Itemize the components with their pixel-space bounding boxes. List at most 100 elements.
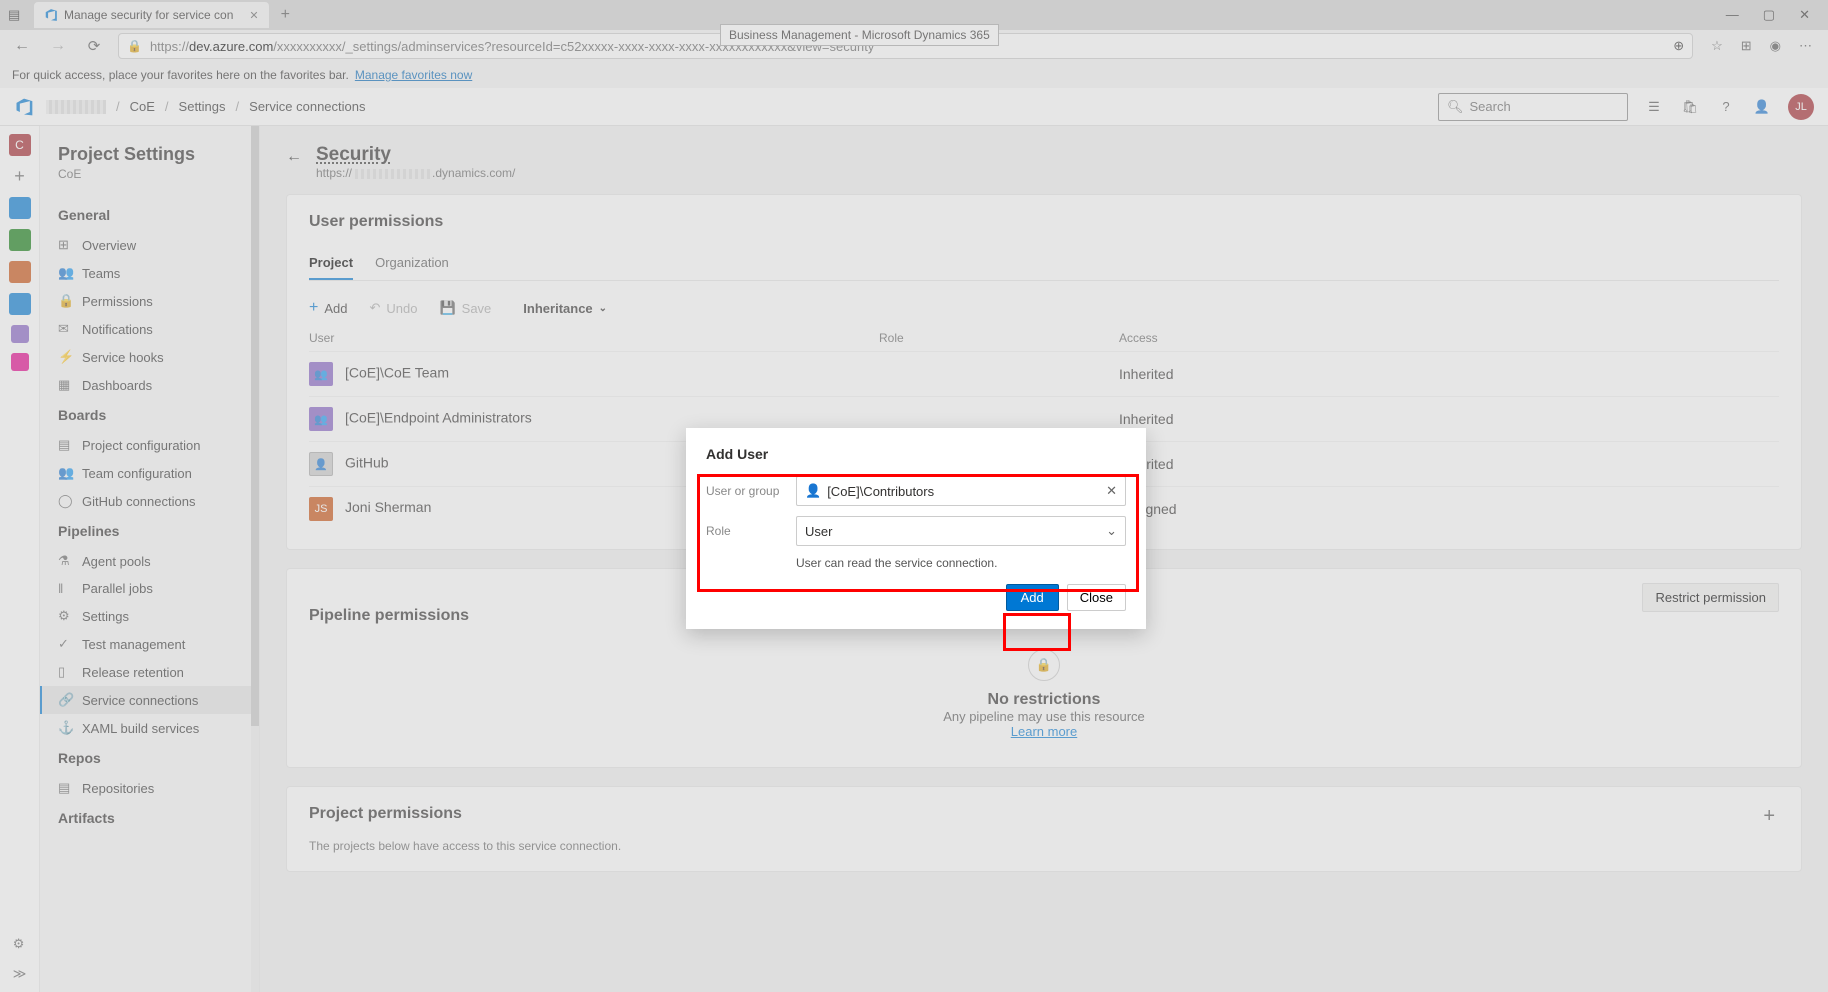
reading-mode-icon[interactable]: ⊕	[1673, 38, 1684, 54]
sidebar-item-overview[interactable]: ⊞Overview	[40, 231, 259, 259]
rail-project-c[interactable]: C	[9, 134, 31, 156]
sidebar-title: Project Settings	[40, 144, 259, 165]
no-restrictions-title: No restrictions	[309, 691, 1779, 709]
group-icon: 👥	[309, 407, 333, 431]
role-label: Role	[706, 524, 796, 538]
sidebar-item-team-config[interactable]: 👥Team configuration	[40, 459, 259, 487]
lock-icon: 🔒	[1028, 649, 1060, 681]
sidebar-item-service-hooks[interactable]: ⚡Service hooks	[40, 343, 259, 371]
retention-icon: ▯	[58, 664, 72, 680]
tab-organization[interactable]: Organization	[375, 247, 449, 280]
undo-icon: ↶	[369, 300, 380, 316]
window-controls: — ▢ ✕	[1726, 7, 1820, 23]
manage-favorites-link[interactable]: Manage favorites now	[355, 68, 472, 82]
breadcrumb: / CoE / Settings / Service connections	[46, 99, 366, 114]
rail-item[interactable]	[9, 261, 31, 283]
sidebar-item-teams[interactable]: 👥Teams	[40, 259, 259, 287]
window-maximize-icon[interactable]: ▢	[1763, 7, 1775, 23]
table-row[interactable]: 👥[CoE]\CoE Team Inherited	[309, 351, 1779, 396]
sidebar-item-project-config[interactable]: ▤Project configuration	[40, 431, 259, 459]
sidebar-item-repositories[interactable]: ▤Repositories	[40, 774, 259, 802]
user-settings-icon[interactable]: 👤	[1752, 99, 1772, 115]
rail-item[interactable]	[9, 293, 31, 315]
no-restrictions-sub: Any pipeline may use this resource	[309, 709, 1779, 724]
search-placeholder: Search	[1470, 99, 1511, 114]
sidebar-item-dashboards[interactable]: ▦Dashboards	[40, 371, 259, 399]
left-rail: C + ⚙ ≫	[0, 126, 40, 992]
user-or-group-input[interactable]: 👤 [CoE]\Contributors ✕	[796, 476, 1126, 506]
rail-item[interactable]	[11, 325, 29, 343]
breadcrumb-org[interactable]	[46, 100, 106, 114]
sidebar-item-permissions[interactable]: 🔒Permissions	[40, 287, 259, 315]
sidebar-item-settings[interactable]: ⚙Settings	[40, 602, 259, 630]
favorite-star-icon[interactable]: ☆	[1711, 38, 1723, 54]
sidebar-item-github[interactable]: ◯GitHub connections	[40, 487, 259, 515]
window-minimize-icon[interactable]: —	[1726, 7, 1739, 23]
profile-icon[interactable]: ◉	[1770, 38, 1781, 54]
avatar[interactable]: JL	[1788, 94, 1814, 120]
sidebar-item-service-connections[interactable]: 🔗Service connections	[40, 686, 259, 714]
table-header: User Role Access	[309, 325, 1779, 351]
role-value: User	[805, 524, 832, 539]
page-back-icon[interactable]: ←	[286, 144, 302, 180]
nav-back-icon[interactable]: ←	[10, 37, 34, 55]
breadcrumb-item[interactable]: CoE	[130, 99, 155, 114]
tab-project[interactable]: Project	[309, 247, 353, 280]
role-description: User can read the service connection.	[796, 556, 1126, 570]
favorites-hint-text: For quick access, place your favorites h…	[12, 68, 349, 82]
breadcrumb-item[interactable]: Service connections	[249, 99, 365, 114]
user-icon: 👤	[309, 452, 333, 476]
add-user-modal: Add User User or group 👤 [CoE]\Contribut…	[686, 428, 1146, 629]
sidebar-item-test-mgmt[interactable]: ✓Test management	[40, 630, 259, 658]
add-button[interactable]: +Add	[309, 299, 347, 317]
app-menu-icon[interactable]: ▤	[8, 7, 30, 23]
rail-item[interactable]	[9, 229, 31, 251]
sidebar-item-xaml[interactable]: ⚓XAML build services	[40, 714, 259, 742]
side-group-pipelines: Pipelines	[40, 515, 259, 547]
sidebar-item-agent-pools[interactable]: ⚗Agent pools	[40, 547, 259, 575]
help-icon[interactable]: ?	[1716, 99, 1736, 114]
browser-tab-active[interactable]: Manage security for service con ✕	[34, 2, 269, 28]
new-tab-button[interactable]: +	[273, 6, 298, 24]
role-select[interactable]: User ⌄	[796, 516, 1126, 546]
breadcrumb-item[interactable]: Settings	[179, 99, 226, 114]
connection-icon: 🔗	[58, 692, 72, 708]
rail-settings-icon[interactable]: ⚙	[13, 936, 27, 952]
pool-icon: ⚗	[58, 553, 72, 569]
modal-close-button[interactable]: Close	[1067, 584, 1126, 611]
window-close-icon[interactable]: ✕	[1799, 7, 1810, 23]
tab-close-icon[interactable]: ✕	[249, 9, 258, 22]
tab-title: Manage security for service con	[64, 8, 233, 22]
team-config-icon: 👥	[58, 465, 72, 481]
github-icon: ◯	[58, 493, 72, 509]
search-icon: 🔍︎	[1447, 99, 1464, 115]
address-bar-right-icons: ☆ ⊞ ◉ ⋯	[1705, 38, 1818, 54]
col-role: Role	[879, 331, 1119, 345]
rail-expand-icon[interactable]: ≫	[13, 966, 27, 982]
test-icon: ✓	[58, 636, 72, 652]
side-group-general: General	[40, 199, 259, 231]
learn-more-link[interactable]: Learn more	[1011, 724, 1077, 739]
rail-item[interactable]	[11, 353, 29, 371]
inheritance-dropdown[interactable]: Inheritance ⌄	[523, 301, 607, 316]
shopping-bag-icon[interactable]: 🛍︎	[1680, 99, 1700, 115]
tooltip-popup: Business Management - Microsoft Dynamics…	[720, 24, 999, 46]
save-icon: 💾	[439, 300, 455, 316]
project-add-icon[interactable]: +	[1755, 801, 1783, 832]
list-icon[interactable]: ☰	[1644, 99, 1664, 115]
browser-menu-icon[interactable]: ⋯	[1799, 38, 1812, 54]
top-search-input[interactable]: 🔍︎ Search	[1438, 93, 1628, 121]
sidebar-item-release-retention[interactable]: ▯Release retention	[40, 658, 259, 686]
restrict-permission-button[interactable]: Restrict permission	[1642, 583, 1779, 612]
nav-refresh-icon[interactable]: ⟳	[82, 37, 106, 55]
sidebar-item-notifications[interactable]: ✉Notifications	[40, 315, 259, 343]
clear-icon[interactable]: ✕	[1106, 483, 1117, 499]
azure-devops-logo-icon[interactable]	[14, 97, 34, 117]
modal-add-button[interactable]: Add	[1006, 584, 1059, 611]
rail-add-icon[interactable]: +	[14, 166, 25, 187]
sidebar-item-parallel-jobs[interactable]: ‖Parallel jobs	[40, 575, 259, 602]
chevron-down-icon: ⌄	[599, 303, 607, 314]
collections-icon[interactable]: ⊞	[1741, 38, 1752, 54]
rail-item[interactable]	[9, 197, 31, 219]
sidebar-scrollbar[interactable]	[251, 126, 259, 992]
